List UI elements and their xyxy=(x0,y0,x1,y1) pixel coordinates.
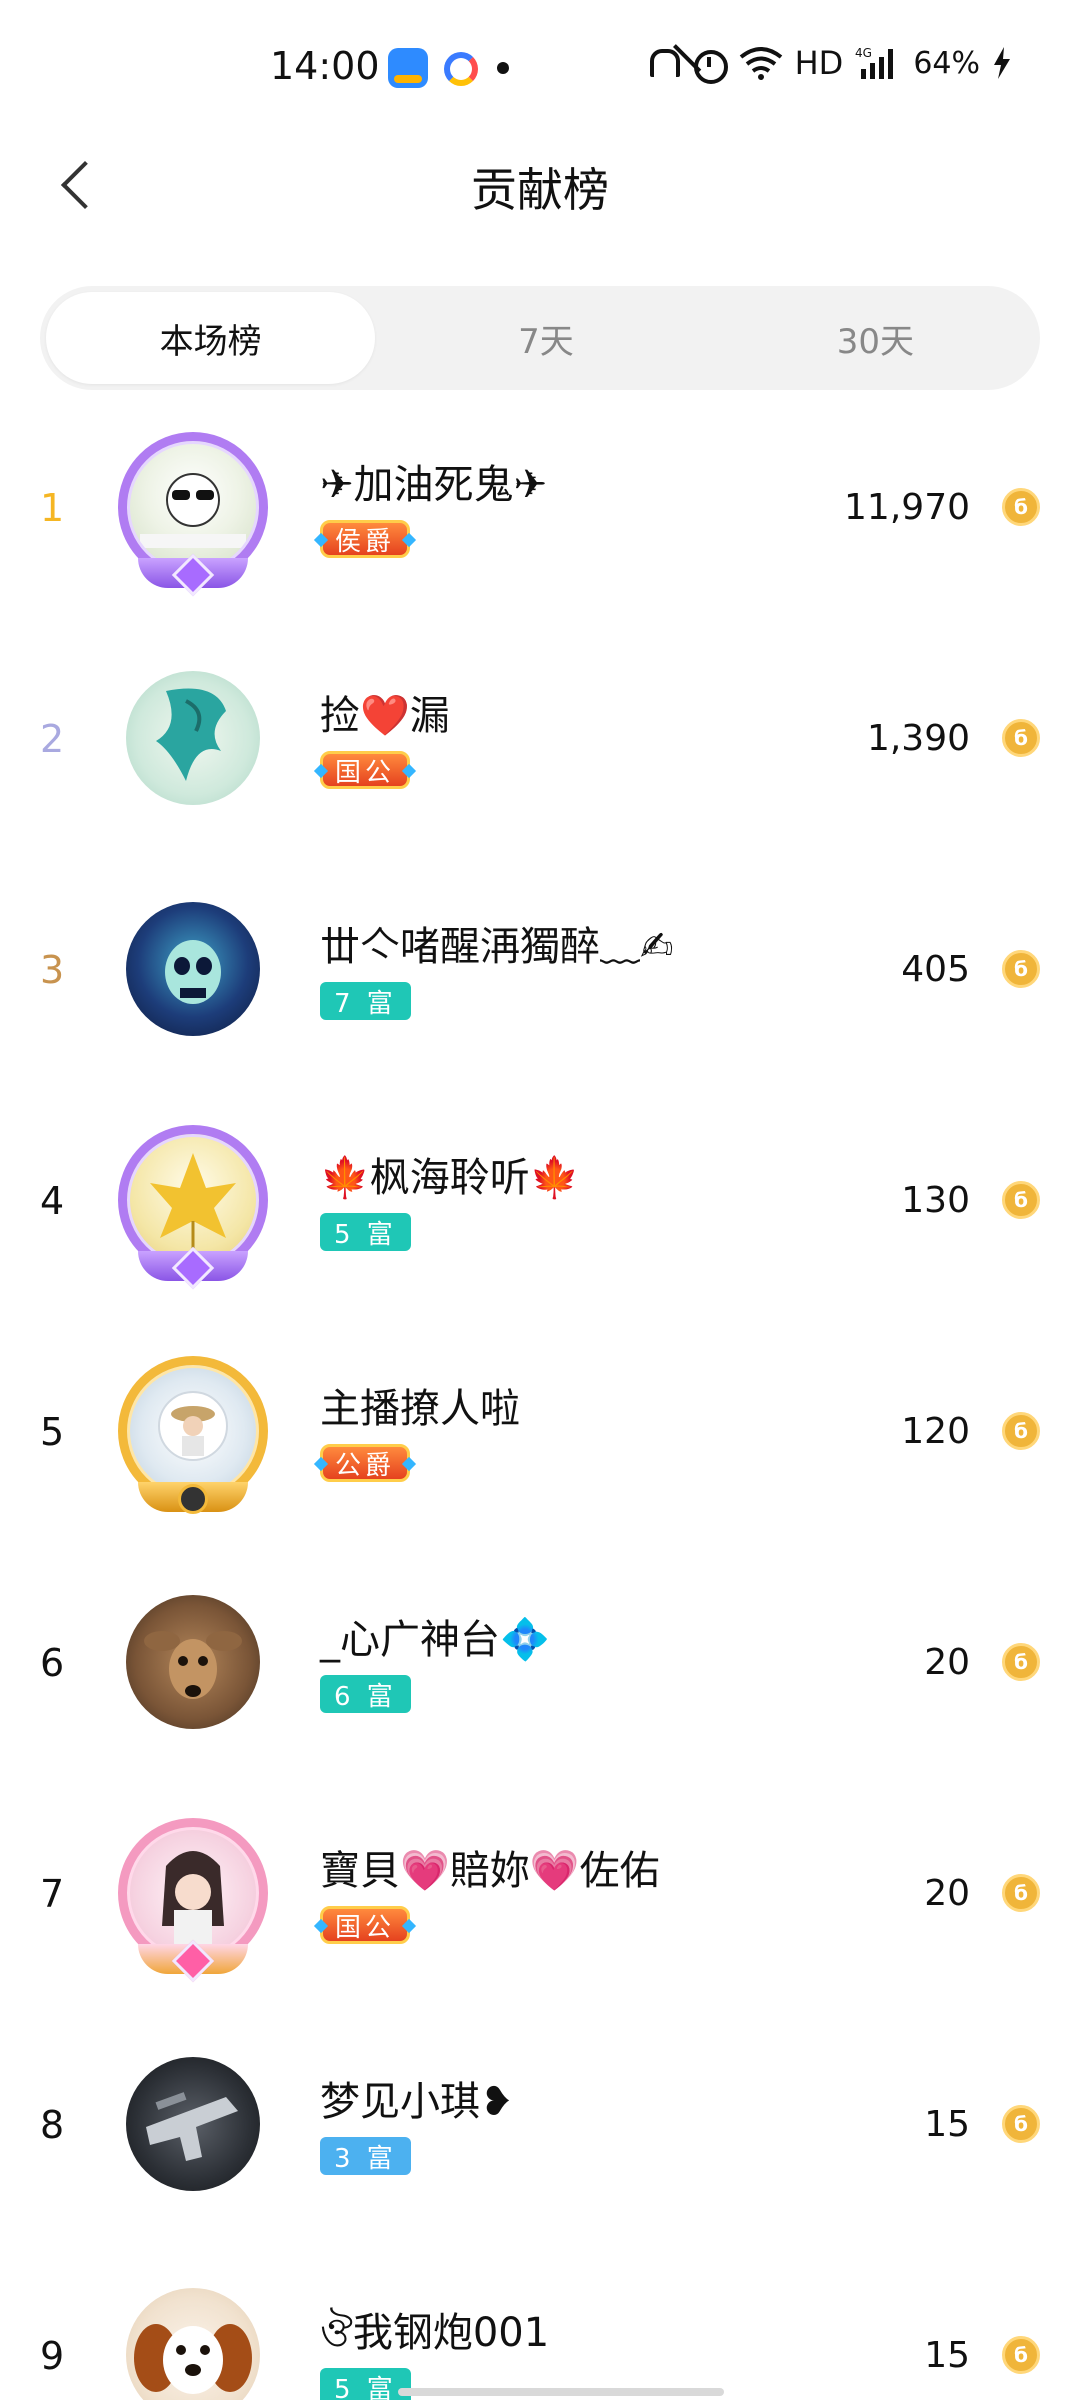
coin-icon: б xyxy=(1002,1412,1040,1450)
list-item[interactable]: 5 主播撩人啦 公爵 120 б xyxy=(0,1316,1080,1547)
list-item[interactable]: 8 梦见小琪❥ 3 富 15 б xyxy=(0,2009,1080,2240)
avatar[interactable] xyxy=(118,432,268,597)
contribution-ranking-page: 14:00 HD 4G 64% 贡献榜 本场榜 7天 30天 1 ✈加油死鬼✈ … xyxy=(0,0,1080,2400)
emblem-icon xyxy=(178,1484,208,1514)
alarm-icon xyxy=(691,45,728,84)
avatar[interactable] xyxy=(118,1125,268,1290)
wealth-badge: 5 富 xyxy=(320,2368,411,2400)
avatar[interactable] xyxy=(118,1818,268,1983)
tab-current-session[interactable]: 本场榜 xyxy=(46,292,376,384)
coin-icon: б xyxy=(1002,719,1040,757)
app-icon-ring xyxy=(444,52,478,86)
avatar[interactable] xyxy=(118,663,268,813)
coin-icon: б xyxy=(1002,1874,1040,1912)
avatar[interactable] xyxy=(118,1587,268,1737)
user-name: 🍁枫海聆听🍁 xyxy=(320,1155,580,1201)
wealth-badge: 6 富 xyxy=(320,1675,411,1713)
user-name: 梦见小琪❥ xyxy=(320,2079,514,2125)
mute-bell-icon xyxy=(643,45,680,81)
wealth-badge: 7 富 xyxy=(320,982,411,1020)
list-item[interactable]: 1 ✈加油死鬼✈ 侯爵 11,970 б xyxy=(0,392,1080,623)
avatar[interactable] xyxy=(118,2280,268,2400)
coin-icon: б xyxy=(1002,1643,1040,1681)
user-name: 丗亽啫醒洅獨醉﹏✍ xyxy=(320,924,674,970)
avatar[interactable] xyxy=(118,1356,268,1514)
avatar-image xyxy=(126,2288,260,2400)
noble-badge: 国公 xyxy=(320,1906,411,1944)
period-tabs: 本场榜 7天 30天 xyxy=(40,286,1040,390)
rank-number: 1 xyxy=(40,485,65,530)
contribution-score: 405 xyxy=(901,949,970,990)
user-name: ঔ我钢炮001 xyxy=(320,2310,550,2356)
coin-icon: б xyxy=(1002,488,1040,526)
coin-icon: б xyxy=(1002,2105,1040,2143)
user-name: _心广神台💠 xyxy=(320,1617,550,1663)
contribution-score: 11,970 xyxy=(844,487,970,528)
user-name: ✈加油死鬼✈ xyxy=(320,462,548,508)
contribution-score: 130 xyxy=(901,1180,970,1221)
user-name: 捡❤️漏 xyxy=(320,693,450,739)
coin-icon: б xyxy=(1002,2336,1040,2374)
noble-badge: 国公 xyxy=(320,751,411,789)
status-right-group: HD 4G 64% xyxy=(643,44,1012,84)
contribution-score: 15 xyxy=(924,2335,970,2376)
rank-number: 4 xyxy=(40,1178,65,1223)
charging-icon xyxy=(992,45,1012,81)
dot-indicator xyxy=(497,62,509,74)
avatar[interactable] xyxy=(118,894,268,1044)
contribution-score: 1,390 xyxy=(866,718,970,759)
wealth-badge: 5 富 xyxy=(320,1213,411,1251)
ranking-list: 1 ✈加油死鬼✈ 侯爵 11,970 б 2 捡❤️漏 国公 1,390 б 3… xyxy=(0,392,1080,2400)
page-title: 贡献榜 xyxy=(471,163,609,217)
list-item[interactable]: 7 寶貝💗賠妳💗佐佑 国公 20 б xyxy=(0,1778,1080,2009)
avatar-image xyxy=(126,671,260,805)
avatar-image xyxy=(126,2057,260,2191)
list-item[interactable]: 4 🍁枫海聆听🍁 5 富 130 б xyxy=(0,1085,1080,1316)
list-item[interactable]: 3 丗亽啫醒洅獨醉﹏✍ 7 富 405 б xyxy=(0,854,1080,1085)
rank-number: 8 xyxy=(40,2102,65,2147)
noble-badge: 公爵 xyxy=(320,1444,411,1482)
contribution-score: 20 xyxy=(924,1642,970,1683)
coin-icon: б xyxy=(1002,1181,1040,1219)
avatar[interactable] xyxy=(118,2049,268,2199)
wifi-icon xyxy=(739,45,783,81)
network-type: HD xyxy=(794,44,844,82)
home-indicator xyxy=(398,2388,724,2396)
wealth-badge: 3 富 xyxy=(320,2137,411,2175)
tab-7-days[interactable]: 7天 xyxy=(381,286,710,390)
header: 贡献榜 xyxy=(0,120,1080,250)
coin-icon: б xyxy=(1002,950,1040,988)
battery-level: 64% xyxy=(913,45,980,81)
app-icon-blue xyxy=(388,48,428,88)
rank-number: 7 xyxy=(40,1871,65,1916)
rank-number: 6 xyxy=(40,1640,65,1685)
rank-number: 9 xyxy=(40,2333,65,2378)
rank-number: 2 xyxy=(40,716,65,761)
list-item[interactable]: 9 ঔ我钢炮001 5 富 15 б xyxy=(0,2240,1080,2400)
list-item[interactable]: 2 捡❤️漏 国公 1,390 б xyxy=(0,623,1080,854)
avatar-image xyxy=(126,902,260,1036)
signal-icon: 4G xyxy=(855,45,901,81)
contribution-score: 20 xyxy=(924,1873,970,1914)
user-name: 主播撩人啦 xyxy=(320,1386,520,1432)
status-bar: 14:00 HD 4G 64% xyxy=(0,0,1080,120)
rank-number: 5 xyxy=(40,1409,65,1454)
status-time: 14:00 xyxy=(270,44,380,88)
user-name: 寶貝💗賠妳💗佐佑 xyxy=(320,1848,660,1894)
list-item[interactable]: 6 _心广神台💠 6 富 20 б xyxy=(0,1547,1080,1778)
rank-number: 3 xyxy=(40,947,65,992)
svg-text:4G: 4G xyxy=(855,46,872,60)
noble-badge: 侯爵 xyxy=(320,520,411,558)
contribution-score: 15 xyxy=(924,2104,970,2145)
avatar-image xyxy=(126,1595,260,1729)
tab-30-days[interactable]: 30天 xyxy=(711,286,1040,390)
contribution-score: 120 xyxy=(901,1411,970,1452)
